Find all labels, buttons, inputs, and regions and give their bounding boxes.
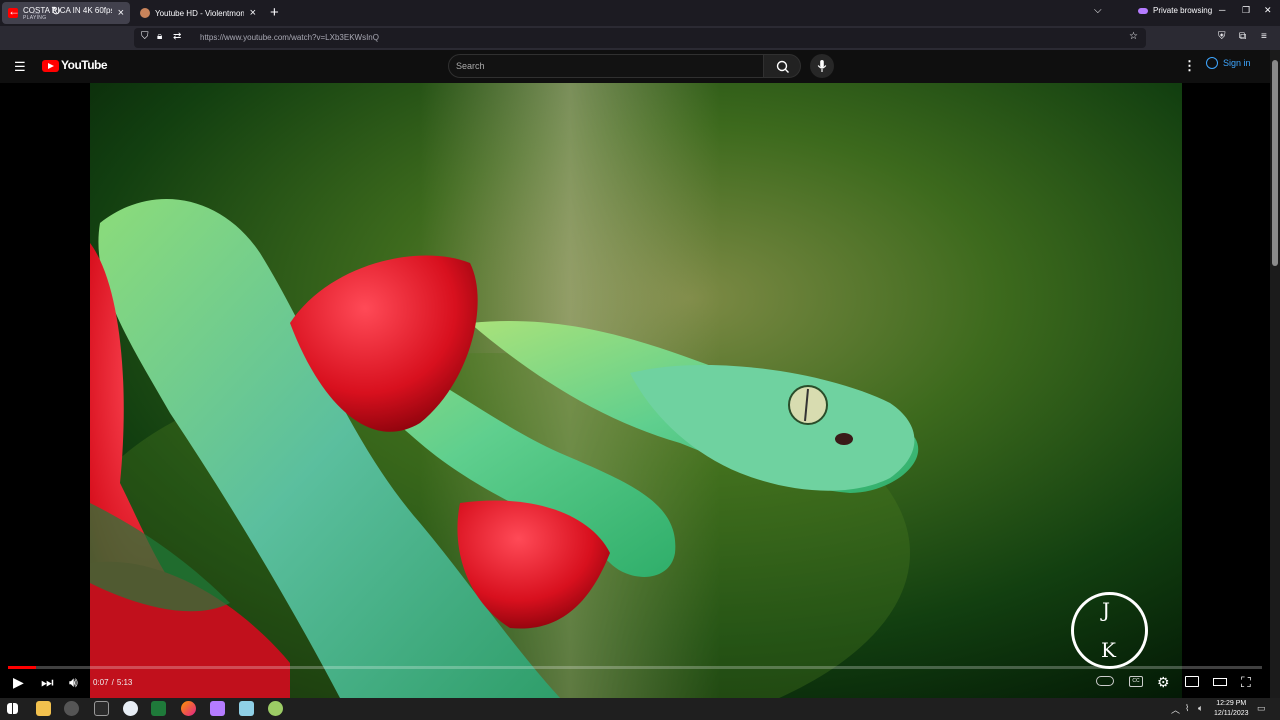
ublock-shield-icon[interactable]: ⛨ xyxy=(1218,31,1226,42)
watermark-letter-bottom: K xyxy=(1101,638,1116,662)
tab-violentmonkey[interactable]: Youtube HD - Violentmonkey × xyxy=(134,2,262,24)
page-scrollbar-thumb[interactable] xyxy=(1272,60,1278,266)
bookmark-star-icon[interactable]: ☆ xyxy=(1129,31,1138,42)
search-input[interactable] xyxy=(456,57,756,75)
extensions-puzzle-icon[interactable]: ⧉ xyxy=(1239,31,1246,42)
youtube-logo-icon[interactable] xyxy=(42,60,59,72)
close-window-icon[interactable]: ✕ xyxy=(1264,5,1272,16)
app-globe-icon[interactable] xyxy=(268,701,283,716)
private-mask-icon xyxy=(1138,7,1148,14)
url-text[interactable]: https://www.youtube.com/watch?v=LXb3EKWs… xyxy=(200,33,379,42)
miniplayer-icon[interactable] xyxy=(1185,676,1199,687)
volume-icon[interactable]: 🔊︎ xyxy=(69,674,78,691)
clock-date: 12/11/2023 xyxy=(1214,710,1249,717)
firefox-private-icon[interactable] xyxy=(210,701,225,716)
next-video-icon[interactable]: ⏭ xyxy=(41,674,54,691)
play-icon[interactable]: ▶ xyxy=(13,674,24,691)
current-time: 0:07 xyxy=(93,678,109,687)
microphone-icon xyxy=(817,60,827,72)
search-button[interactable] xyxy=(763,54,801,78)
tab-close-icon[interactable]: × xyxy=(118,7,124,19)
spreadsheet-icon[interactable] xyxy=(151,701,166,716)
settings-kebab-icon[interactable]: ⋮ xyxy=(1183,58,1196,74)
network-icon[interactable]: ⌇ xyxy=(1185,703,1189,714)
tab-costa-rica[interactable]: COSTA RICA IN 4K 60fps HDR (ULTRA HD) PL… xyxy=(2,2,130,24)
minimize-icon[interactable]: ─ xyxy=(1219,5,1225,15)
back-arrow-left-icon[interactable]: ← xyxy=(8,4,20,18)
reload-icon[interactable]: ↻ xyxy=(51,4,61,18)
autoplay-toggle-icon[interactable] xyxy=(1096,676,1114,686)
video-duration: 5:13 xyxy=(116,678,133,687)
tab-list-chevron-down-icon[interactable]: ⌵ xyxy=(1094,5,1102,16)
sign-in-button[interactable]: Sign in xyxy=(1206,57,1251,69)
speaker-icon[interactable]: 🔈︎ xyxy=(1198,703,1203,714)
youtube-logo-text[interactable]: YouTube xyxy=(61,58,108,72)
fullscreen-icon[interactable]: ⛶ xyxy=(1241,674,1251,691)
violentmonkey-favicon-icon xyxy=(140,8,150,18)
video-frame[interactable] xyxy=(90,83,1182,698)
subtitles-cc-icon[interactable]: CC xyxy=(1129,676,1143,687)
theater-mode-icon[interactable] xyxy=(1213,678,1227,686)
snake-on-flower-video-frame xyxy=(90,83,1182,698)
guide-menu-hamburger-icon[interactable]: ☰ xyxy=(14,59,26,75)
tab-title: Youtube HD - Violentmonkey xyxy=(155,8,244,18)
search-icon xyxy=(776,60,789,73)
private-browsing-indicator: Private browsing xyxy=(1138,6,1212,15)
tab-titles: Youtube HD - Violentmonkey xyxy=(155,9,244,18)
app-wolf-icon[interactable] xyxy=(64,701,79,716)
windows-start-icon[interactable] xyxy=(7,703,18,714)
tab-close-icon[interactable]: × xyxy=(250,7,256,19)
new-tab-plus-icon[interactable]: + xyxy=(270,4,279,21)
file-explorer-icon[interactable] xyxy=(36,701,51,716)
voice-search-button[interactable] xyxy=(810,54,834,78)
video-progress-played xyxy=(8,666,36,669)
taskbar-clock[interactable]: 12:29 PM 12/11/2023 xyxy=(1214,699,1249,719)
lock-icon[interactable]: 🔒︎ xyxy=(157,31,162,42)
tray-overflow-chevron-icon[interactable]: ︿ xyxy=(1171,703,1180,716)
notifications-icon[interactable]: ▭ xyxy=(1257,703,1266,714)
sign-in-label: Sign in xyxy=(1223,58,1251,68)
time-display: 0:07/5:13 xyxy=(93,678,133,687)
tracking-shield-icon[interactable]: ⛉ xyxy=(141,31,149,42)
terminal-icon[interactable] xyxy=(94,701,109,716)
account-avatar-icon xyxy=(1206,57,1218,69)
settings-gear-icon[interactable]: ⚙ xyxy=(1157,674,1170,691)
restore-icon[interactable]: ❐ xyxy=(1242,5,1250,16)
app-sphere-icon[interactable] xyxy=(123,701,138,716)
forward-arrow-right-icon[interactable]: → xyxy=(30,4,42,18)
app-cube-icon[interactable] xyxy=(239,701,254,716)
private-browsing-label: Private browsing xyxy=(1153,6,1213,15)
watermark-letter-top: J xyxy=(1102,598,1111,622)
video-progress-bar[interactable] xyxy=(8,666,1262,669)
permissions-icon[interactable]: ⇄ xyxy=(173,31,181,42)
clock-time: 12:29 PM xyxy=(1216,700,1247,707)
browser-menu-hamburger-icon[interactable]: ≡ xyxy=(1261,31,1267,42)
firefox-icon[interactable] xyxy=(181,701,196,716)
